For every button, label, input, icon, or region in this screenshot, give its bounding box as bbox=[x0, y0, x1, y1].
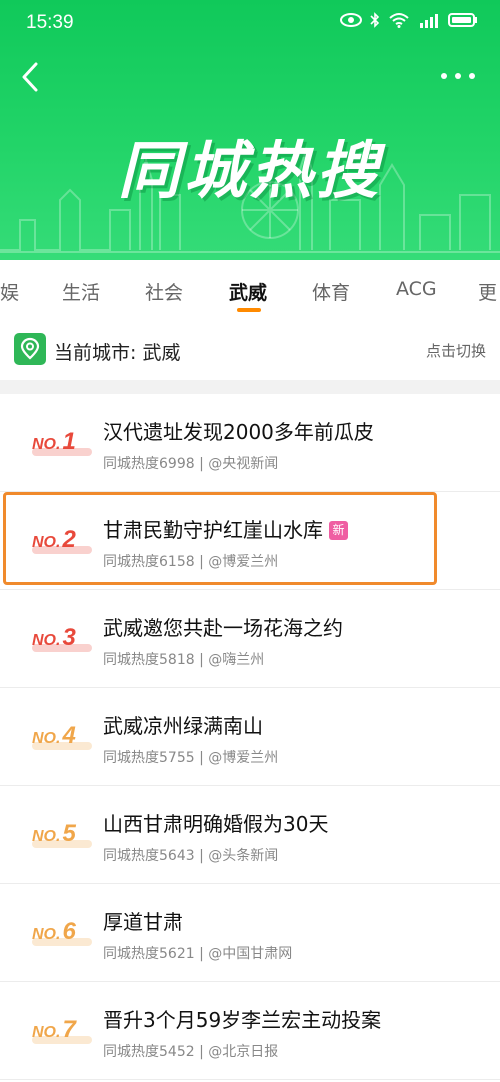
item-title[interactable]: 山西甘肃明确婚假为30天 bbox=[103, 808, 328, 837]
item-meta: 同城热度5621 | @中国甘肃网 bbox=[103, 946, 293, 962]
item-title[interactable]: 晋升3个月59岁李兰宏主动投案 bbox=[103, 1004, 381, 1033]
item-title[interactable]: 汉代遗址发现2000多年前瓜皮 bbox=[103, 416, 374, 445]
highlight-box bbox=[3, 492, 437, 585]
status-icons bbox=[340, 12, 478, 28]
bluetooth-icon bbox=[370, 12, 380, 28]
tab-acg[interactable]: ACG bbox=[396, 278, 437, 300]
location-pin-icon bbox=[14, 333, 46, 365]
item-title[interactable]: 厚道甘肃 bbox=[103, 906, 183, 935]
category-tabs: 娱 生活 社会 武威 体育 ACG 更 bbox=[0, 260, 500, 319]
item-meta: 同城热度5818 | @嗨兰州 bbox=[103, 652, 265, 668]
header-banner: 15:39 同城热搜 bbox=[0, 0, 500, 260]
cellular-signal-icon bbox=[420, 14, 438, 28]
tab-society[interactable]: 社会 bbox=[145, 278, 183, 305]
rank-label: NO.1 bbox=[32, 428, 92, 458]
tab-sports[interactable]: 体育 bbox=[312, 278, 350, 305]
list-item[interactable]: NO.1 汉代遗址发现2000多年前瓜皮 同城热度6998 | @央视新闻 bbox=[0, 394, 500, 492]
list-item[interactable]: NO.7 晋升3个月59岁李兰宏主动投案 同城热度5452 | @北京日报 bbox=[0, 982, 500, 1080]
status-time: 15:39 bbox=[26, 12, 74, 33]
list-item[interactable]: NO.6 厚道甘肃 同城热度5621 | @中国甘肃网 bbox=[0, 884, 500, 982]
item-meta: 同城热度5452 | @北京日报 bbox=[103, 1044, 279, 1060]
item-title[interactable]: 武威凉州绿满南山 bbox=[103, 710, 263, 739]
item-meta: 同城热度5643 | @头条新闻 bbox=[103, 848, 279, 864]
back-arrow-icon[interactable] bbox=[16, 60, 46, 94]
list-item[interactable]: NO.5 山西甘肃明确婚假为30天 同城热度5643 | @头条新闻 bbox=[0, 786, 500, 884]
rank-label: NO.4 bbox=[32, 722, 92, 752]
current-city-bar: 当前城市: 武威 点击切换 bbox=[0, 318, 500, 380]
battery-icon bbox=[448, 13, 477, 27]
item-meta: 同城热度6998 | @央视新闻 bbox=[103, 456, 279, 472]
current-city-label: 当前城市: 武威 bbox=[54, 342, 181, 364]
wifi-icon bbox=[389, 13, 409, 28]
tab-life[interactable]: 生活 bbox=[62, 278, 100, 305]
eye-icon bbox=[340, 13, 362, 27]
item-title[interactable]: 武威邀您共赴一场花海之约 bbox=[103, 612, 343, 641]
switch-city-button[interactable]: 点击切换 bbox=[426, 340, 486, 361]
more-options-icon[interactable] bbox=[436, 66, 480, 86]
tab-entertainment[interactable]: 娱 bbox=[0, 278, 19, 305]
list-item[interactable]: NO.3 武威邀您共赴一场花海之约 同城热度5818 | @嗨兰州 bbox=[0, 590, 500, 688]
tab-more[interactable]: 更 bbox=[478, 278, 497, 305]
active-tab-indicator bbox=[237, 308, 261, 312]
rank-label: NO.5 bbox=[32, 820, 92, 850]
status-bar: 15:39 bbox=[0, 0, 500, 44]
rank-label: NO.3 bbox=[32, 624, 92, 654]
list-item[interactable]: NO.4 武威凉州绿满南山 同城热度5755 | @博爱兰州 bbox=[0, 688, 500, 786]
item-meta: 同城热度5755 | @博爱兰州 bbox=[103, 750, 279, 766]
section-divider bbox=[0, 380, 500, 394]
rank-label: NO.7 bbox=[32, 1016, 92, 1046]
tab-wuwei[interactable]: 武威 bbox=[229, 278, 267, 305]
rank-label: NO.6 bbox=[32, 918, 92, 948]
page-title: 同城热搜 bbox=[117, 134, 382, 207]
